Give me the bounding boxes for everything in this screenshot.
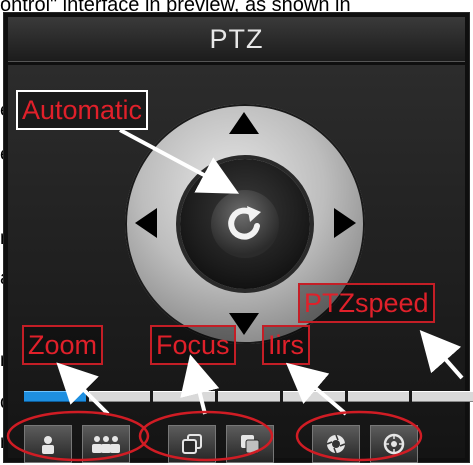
panel-title: PTZ xyxy=(8,17,465,62)
speed-segment[interactable] xyxy=(218,391,280,402)
focus-near-icon xyxy=(182,434,202,454)
speed-segment[interactable] xyxy=(153,391,216,402)
refresh-icon xyxy=(228,206,261,240)
iris-open-icon xyxy=(326,434,346,454)
speed-segment[interactable] xyxy=(412,391,473,402)
iris-close-icon xyxy=(383,433,405,455)
speed-segment[interactable] xyxy=(282,391,345,402)
focus-near-button[interactable] xyxy=(168,425,216,463)
iris-annotation: Iirs xyxy=(262,325,310,365)
focus-controls xyxy=(168,425,274,465)
ptz-speed-bar[interactable] xyxy=(24,391,473,402)
automatic-annotation: Automatic xyxy=(16,90,149,130)
zoom-out-icon xyxy=(92,436,120,453)
zoom-in-button[interactable] xyxy=(24,425,72,463)
iris-controls xyxy=(312,425,418,465)
iris-open-button[interactable] xyxy=(312,425,360,463)
zoom-out-button[interactable] xyxy=(82,425,130,463)
zoom-controls xyxy=(24,425,130,465)
zoom-annotation: Zoom xyxy=(22,325,104,365)
up-arrow-icon[interactable] xyxy=(229,112,259,134)
ptz-panel: PTZ xyxy=(3,12,473,465)
focus-far-icon xyxy=(241,435,260,454)
ptz-speed-annotation: PTZspeed xyxy=(298,283,435,323)
right-arrow-icon[interactable] xyxy=(334,208,356,238)
iris-close-button[interactable] xyxy=(370,425,418,463)
speed-segment[interactable] xyxy=(88,391,151,402)
focus-annotation: Focus xyxy=(150,325,236,365)
speed-segment[interactable] xyxy=(347,391,410,402)
left-arrow-icon[interactable] xyxy=(135,208,157,238)
auto-scan-button[interactable] xyxy=(211,190,279,258)
zoom-in-icon xyxy=(42,436,54,454)
focus-far-button[interactable] xyxy=(226,425,274,463)
speed-segment[interactable] xyxy=(24,391,86,402)
